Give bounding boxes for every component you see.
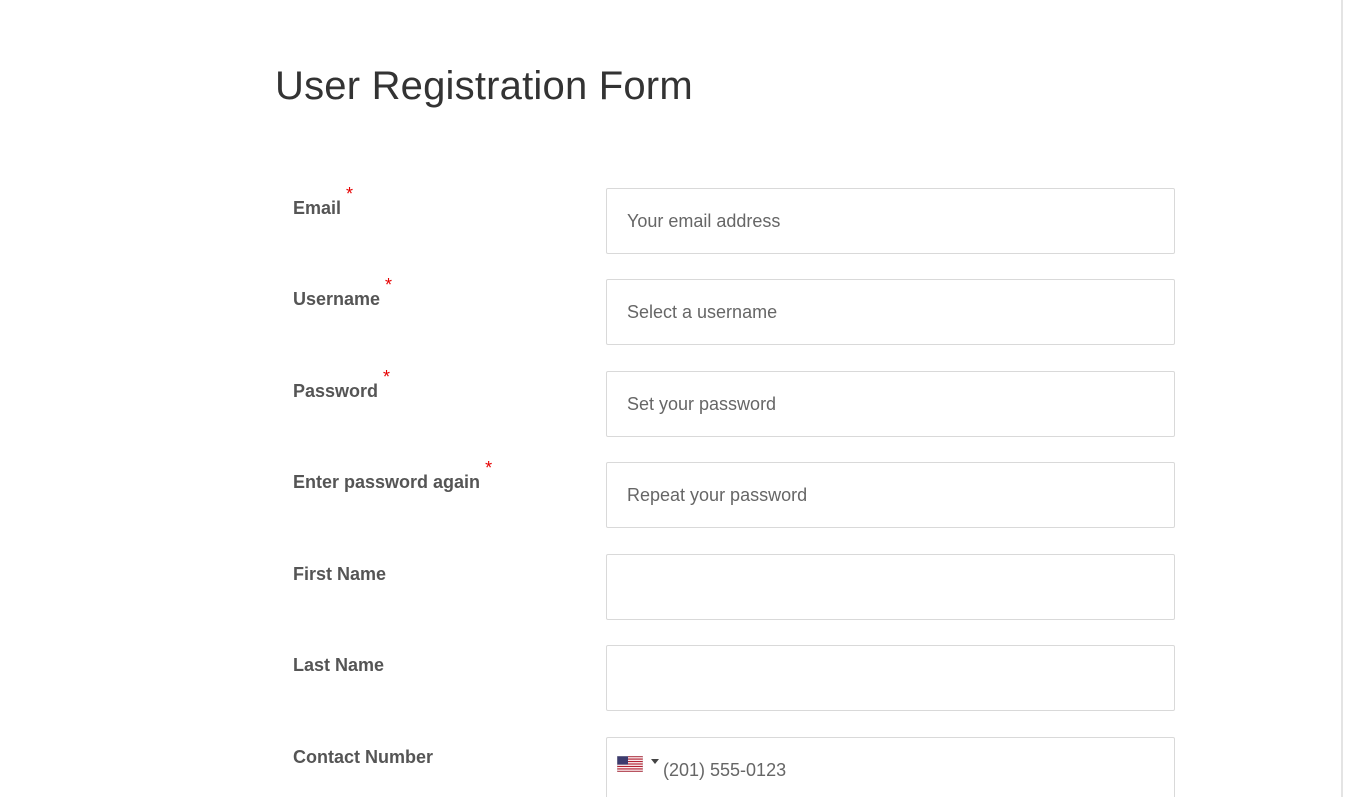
confirm-password-field[interactable]	[606, 462, 1175, 528]
contact-number-label: Contact Number	[293, 747, 434, 767]
username-row: Username*	[275, 275, 1175, 345]
first-name-field[interactable]	[606, 554, 1175, 620]
required-marker: *	[383, 367, 391, 387]
required-marker: *	[485, 458, 493, 478]
first-name-label: First Name	[293, 564, 387, 584]
password-label: Password*	[293, 367, 390, 402]
chevron-down-icon	[651, 759, 659, 764]
required-marker: *	[346, 184, 354, 204]
phone-field-container	[606, 737, 1175, 797]
confirm-password-label: Enter password again*	[293, 458, 492, 493]
confirm-password-label-text: Enter password again	[293, 472, 481, 492]
last-name-label: Last Name	[293, 655, 385, 675]
contact-number-row: Contact Number	[275, 737, 1175, 797]
country-code-dropdown[interactable]	[617, 756, 661, 774]
page-title: User Registration Form	[275, 64, 693, 108]
last-name-row: Last Name	[275, 645, 1175, 711]
email-row: Email*	[275, 184, 1175, 254]
required-marker: *	[385, 275, 393, 295]
password-row: Password*	[275, 367, 1175, 437]
password-field[interactable]	[606, 371, 1175, 437]
confirm-password-row: Enter password again*	[275, 458, 1175, 528]
page-edge-divider	[1341, 0, 1343, 797]
registration-page: User Registration Form Email* Username* …	[0, 0, 1352, 797]
us-flag-icon	[617, 756, 643, 772]
email-label-text: Email	[293, 198, 342, 218]
contact-number-field[interactable]	[663, 738, 1163, 797]
password-label-text: Password	[293, 381, 379, 401]
username-label: Username*	[293, 275, 392, 310]
last-name-field[interactable]	[606, 645, 1175, 711]
email-field[interactable]	[606, 188, 1175, 254]
username-label-text: Username	[293, 289, 381, 309]
email-label: Email*	[293, 184, 353, 219]
first-name-row: First Name	[275, 554, 1175, 620]
username-field[interactable]	[606, 279, 1175, 345]
